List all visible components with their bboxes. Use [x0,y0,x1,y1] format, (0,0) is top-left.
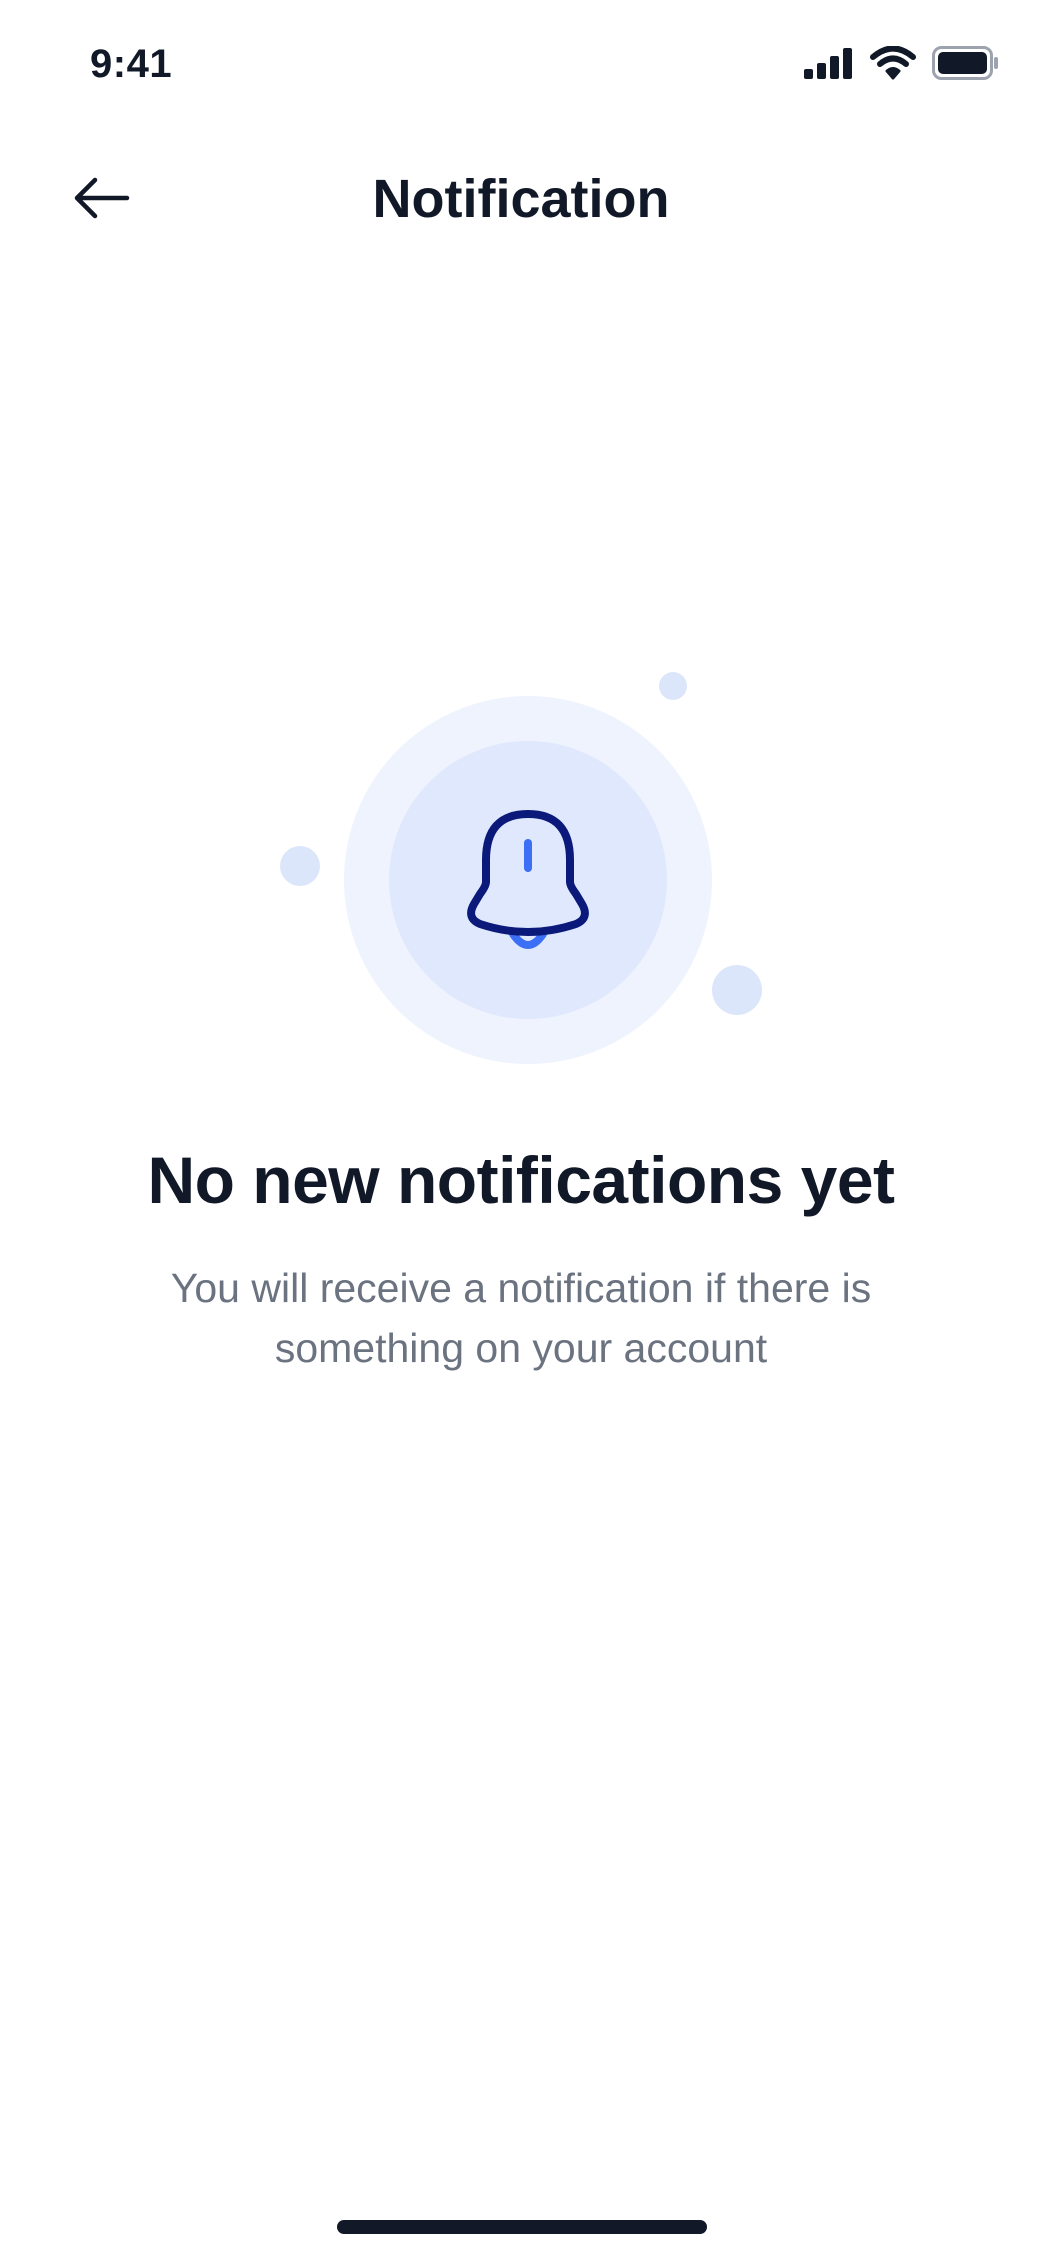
home-indicator[interactable] [337,2220,707,2234]
cellular-signal-icon [804,47,854,84]
status-icons [804,45,1000,85]
wifi-icon [870,45,916,85]
status-bar: 9:41 [0,0,1042,130]
decor-dot-bottom [712,965,762,1015]
decor-dot-top [659,672,687,700]
battery-icon [932,46,1000,85]
decor-dot-left [280,846,320,886]
empty-state-description: You will receive a notification if there… [170,1265,872,1371]
empty-state-illustration [270,660,770,1080]
page-title: Notification [372,169,670,229]
header: Notification [0,150,1042,250]
empty-state-title: No new notifications yet [147,1143,895,1217]
inner-circle [389,741,667,1019]
status-time: 9:41 [90,42,173,86]
